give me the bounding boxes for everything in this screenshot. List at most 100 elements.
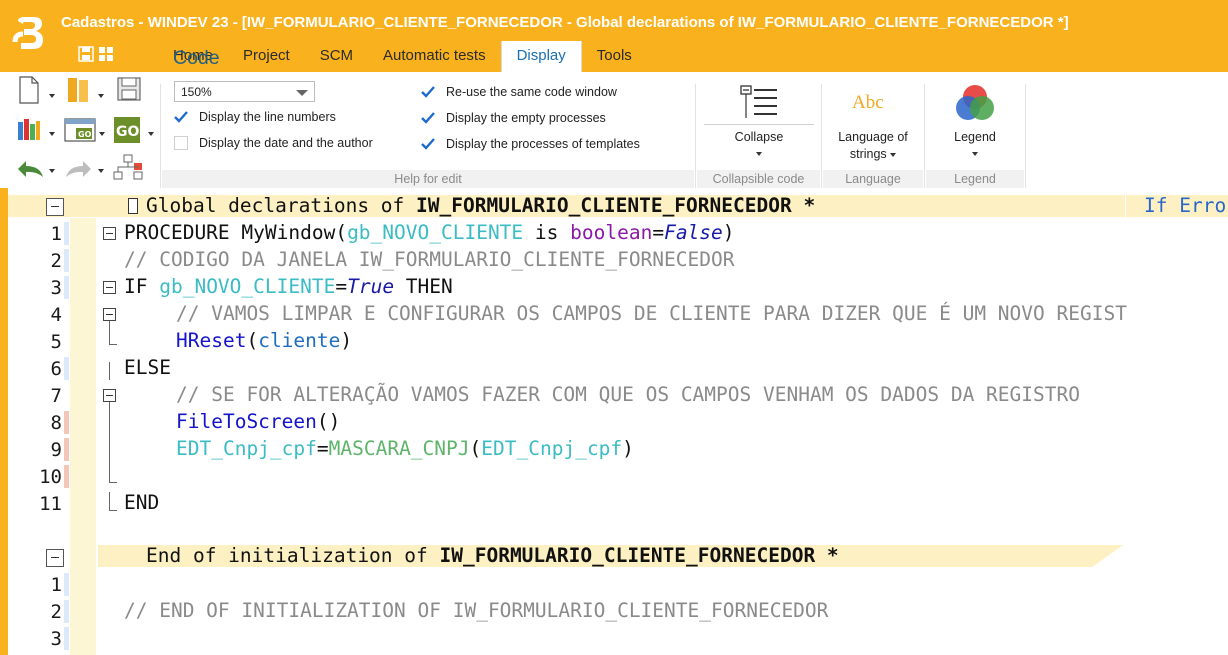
- legend-button[interactable]: Legend: [926, 130, 1024, 144]
- code-token: boolean: [570, 221, 653, 244]
- separator: [821, 84, 822, 188]
- group-label-legend: Legend: [926, 170, 1024, 188]
- code-token: (: [246, 329, 259, 352]
- redo-dropdown-arrow[interactable]: [98, 169, 104, 173]
- line-marker: [64, 627, 69, 650]
- collapse-icon[interactable]: [739, 84, 779, 122]
- line-number: 10: [39, 466, 62, 488]
- language-abc-icon[interactable]: Abc: [852, 92, 884, 114]
- code-line[interactable]: FileToScreen(): [176, 410, 340, 433]
- code-token: (): [316, 410, 341, 433]
- tab-automatic-tests[interactable]: Automatic tests: [368, 41, 501, 72]
- code-token: =: [652, 221, 665, 244]
- separator: [704, 124, 814, 125]
- hierarchy-icon[interactable]: [112, 154, 144, 182]
- quick-access-grid-icon[interactable]: [98, 46, 114, 62]
- group-label-language: Language: [823, 170, 923, 188]
- line-marker: [64, 222, 69, 245]
- fold-line: [109, 344, 117, 345]
- fold-toggle-icon[interactable]: [103, 308, 116, 321]
- line-number: 2: [50, 601, 62, 623]
- new-dropdown-arrow[interactable]: [49, 94, 55, 98]
- window-title: Cadastros - WINDEV 23 - [IW_FORMULARIO_C…: [61, 14, 1069, 31]
- code-comment[interactable]: // SE FOR ALTERAÇÃO VAMOS FAZER COM QUE …: [176, 383, 1080, 406]
- tab-project[interactable]: Project: [228, 41, 305, 72]
- code-comment[interactable]: // CODIGO DA JANELA IW_FORMULARIO_CLIENT…: [124, 248, 734, 271]
- new-document-icon[interactable]: [18, 76, 40, 104]
- section-title: End of initialization of IW_FORMULARIO_C…: [146, 544, 839, 567]
- collapse-button[interactable]: Collapse: [704, 130, 814, 144]
- code-line[interactable]: HReset(cliente): [176, 329, 352, 352]
- tab-tools[interactable]: Tools: [582, 41, 647, 72]
- redo-icon[interactable]: [63, 158, 93, 180]
- fold-line: [109, 362, 110, 380]
- legend-icon[interactable]: [953, 82, 997, 126]
- line-number: 1: [50, 574, 62, 596]
- section-title-suffix: *: [815, 544, 839, 567]
- code-token: =: [316, 437, 329, 460]
- open-dropdown-arrow[interactable]: [98, 94, 104, 98]
- line-number: 2: [50, 250, 62, 272]
- fold-toggle-icon[interactable]: [103, 227, 116, 240]
- svg-text:GO: GO: [78, 130, 92, 139]
- line-number: 3: [50, 277, 62, 299]
- go-window-dropdown-arrow[interactable]: [99, 132, 105, 136]
- ribbon: GO GO 150% Display the line numbers Disp…: [0, 72, 1228, 189]
- fold-toggle-icon[interactable]: [103, 281, 116, 294]
- code-comment[interactable]: // END OF INITIALIZATION OF IW_FORMULARI…: [124, 599, 828, 622]
- tab-scm[interactable]: SCM: [305, 41, 368, 72]
- language-label-line2: strings: [849, 147, 887, 161]
- language-label-line1[interactable]: Language of: [823, 130, 923, 144]
- tab-code[interactable]: Code: [158, 41, 235, 72]
- line-number: 5: [50, 331, 62, 353]
- separator: [160, 84, 161, 188]
- checkmark-icon: [174, 111, 188, 123]
- code-line[interactable]: END: [124, 491, 159, 514]
- code-token: IF: [124, 275, 160, 298]
- code-token: THEN: [394, 275, 453, 298]
- code-line[interactable]: PROCEDURE MyWindow(gb_NOVO_CLIENTE is bo…: [124, 221, 735, 244]
- legend-dropdown-arrow[interactable]: [972, 152, 978, 156]
- line-number: 7: [50, 385, 62, 407]
- save-icon[interactable]: [116, 76, 142, 102]
- books-icon[interactable]: [16, 116, 42, 142]
- tab-display[interactable]: Display: [500, 41, 582, 72]
- go-window-icon[interactable]: GO: [64, 117, 96, 143]
- section-title-name: IW_FORMULARIO_CLIENTE_FORNECEDOR: [439, 544, 816, 567]
- windev-logo-icon[interactable]: [12, 14, 50, 52]
- code-line[interactable]: IF gb_NOVO_CLIENTE=True THEN: [124, 275, 453, 298]
- code-token: (: [469, 437, 482, 460]
- go-test-icon[interactable]: GO: [113, 116, 141, 144]
- undo-dropdown-arrow[interactable]: [49, 169, 55, 173]
- collapse-dropdown-arrow[interactable]: [756, 152, 762, 156]
- line-number: 3: [50, 628, 62, 650]
- title-bar: Cadastros - WINDEV 23 - [IW_FORMULARIO_C…: [0, 0, 1228, 72]
- code-token: ): [722, 221, 735, 244]
- books-dropdown-arrow[interactable]: [49, 132, 55, 136]
- line-number: 4: [50, 304, 62, 326]
- collapse-section-icon[interactable]: [46, 198, 64, 216]
- quick-access-save-icon[interactable]: [78, 46, 94, 62]
- fold-toggle-icon[interactable]: [103, 389, 116, 402]
- checkmark-icon: [421, 112, 435, 124]
- ribbon-tabs: Home Project SCM Automatic tests Code Di…: [158, 41, 647, 72]
- separator: [924, 84, 925, 188]
- collapse-section-icon[interactable]: [46, 549, 64, 567]
- line-marker: [64, 573, 69, 596]
- code-line[interactable]: ELSE: [124, 356, 171, 379]
- line-number: 11: [39, 493, 62, 515]
- code-editor[interactable]: Global declarations of IW_FORMULARIO_CLI…: [0, 188, 1228, 655]
- code-token: True: [347, 275, 395, 298]
- line-number: 6: [50, 358, 62, 380]
- undo-icon[interactable]: [16, 158, 46, 180]
- code-line[interactable]: EDT_Cnpj_cpf=MASCARA_CNPJ(EDT_Cnpj_cpf): [176, 437, 634, 460]
- zoom-combo[interactable]: 150%: [174, 81, 315, 102]
- go-test-dropdown-arrow[interactable]: [148, 132, 154, 136]
- section-title-prefix: Global declarations of: [146, 194, 417, 217]
- fold-line: [109, 510, 117, 511]
- line-number: 8: [50, 412, 62, 434]
- code-token: EDT_Cnpj_cpf: [481, 437, 623, 460]
- open-project-icon[interactable]: [66, 76, 92, 104]
- language-of-strings-button[interactable]: strings: [823, 147, 923, 161]
- code-comment[interactable]: // VAMOS LIMPAR E CONFIGURAR OS CAMPOS D…: [176, 302, 1127, 325]
